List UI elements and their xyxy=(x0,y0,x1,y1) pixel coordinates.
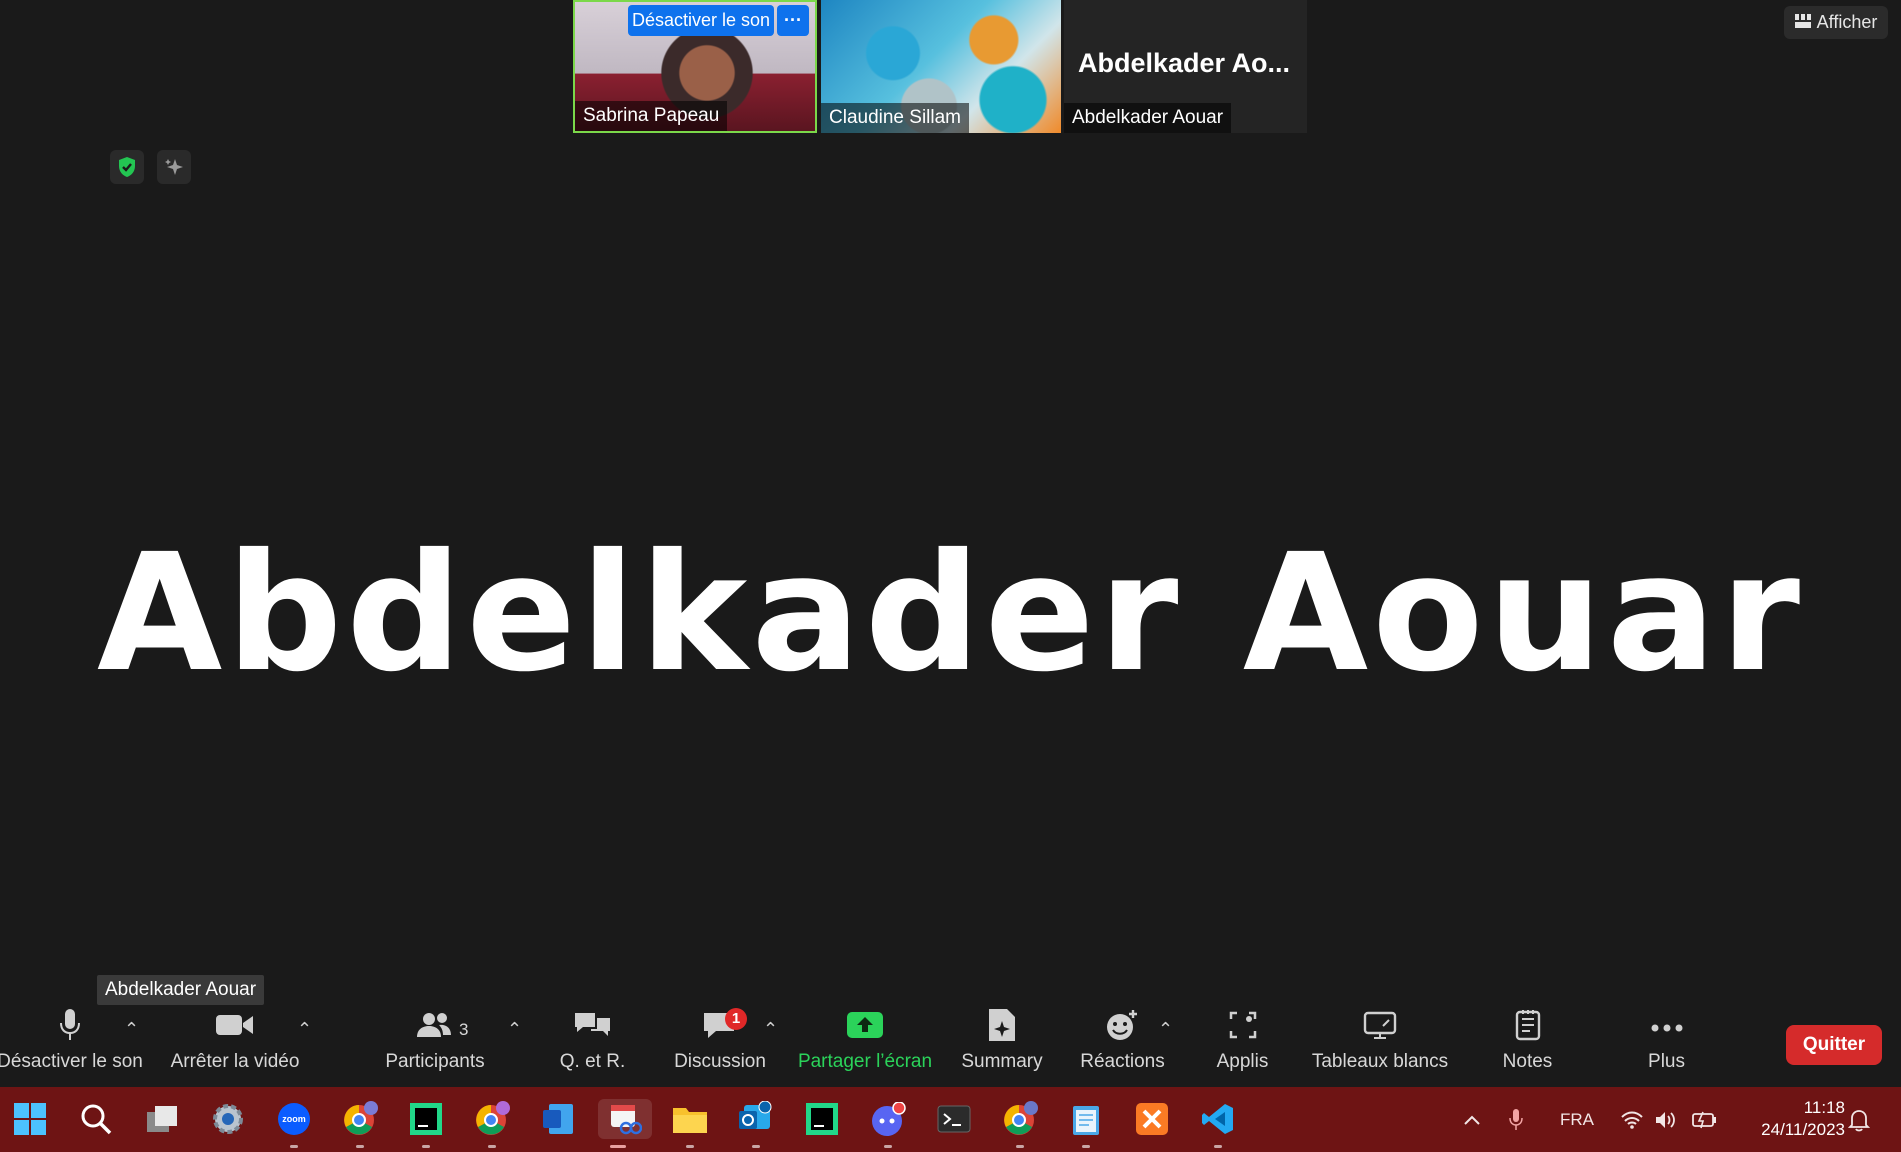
video-tile-claudine[interactable]: Claudine Sillam xyxy=(821,0,1061,133)
clock-time: 11:18 xyxy=(1803,1098,1845,1117)
tile-more-button[interactable]: ··· xyxy=(777,5,809,36)
qa-button[interactable]: Q. et R. xyxy=(545,1005,640,1087)
participants-count: 3 xyxy=(459,1020,469,1039)
notes-label: Notes xyxy=(1502,1051,1553,1072)
audio-options-caret-icon[interactable]: ⌃ xyxy=(124,1019,139,1040)
word-icon[interactable] xyxy=(538,1099,578,1139)
taskbar-clock[interactable]: 11:18 24/11/2023 xyxy=(1735,1097,1845,1141)
input-language[interactable]: FRA xyxy=(1560,1087,1594,1152)
whiteboards-label: Tableaux blancs xyxy=(1311,1051,1449,1072)
qa-label: Q. et R. xyxy=(559,1051,626,1072)
reactions-options-caret-icon[interactable]: ⌃ xyxy=(1158,1019,1173,1040)
snipping-tool-icon[interactable] xyxy=(598,1099,652,1148)
discord-icon[interactable] xyxy=(868,1099,908,1148)
qa-icon xyxy=(573,1010,613,1046)
speaker-tooltip: Abdelkader Aouar xyxy=(97,975,265,1005)
stop-video-button[interactable]: Arrêter la vidéo xyxy=(160,1005,310,1087)
notes-button[interactable]: Notes xyxy=(1485,1005,1570,1087)
security-shield-icon[interactable] xyxy=(110,150,144,184)
summary-button[interactable]: Summary xyxy=(952,1005,1052,1087)
chat-button[interactable]: Discussion xyxy=(665,1005,775,1087)
apps-icon xyxy=(1228,1010,1258,1046)
tile-name-label: Sabrina Papeau xyxy=(575,101,728,131)
reactions-smiley-icon xyxy=(1105,1008,1141,1048)
battery-icon[interactable] xyxy=(1692,1087,1718,1152)
video-tile-sabrina[interactable]: Désactiver le son ··· Sabrina Papeau xyxy=(573,0,817,133)
terminal-icon[interactable] xyxy=(934,1099,974,1139)
view-button-label: Afficher xyxy=(1816,12,1878,32)
active-speaker-name: Abdelkader Aouar xyxy=(96,520,1805,708)
participants-button[interactable]: Participants xyxy=(375,1005,495,1087)
start-icon[interactable] xyxy=(10,1099,50,1139)
participants-options-caret-icon[interactable]: ⌃ xyxy=(507,1019,522,1040)
reactions-label: Réactions xyxy=(1080,1051,1165,1072)
meeting-toolbar: Désactiver le son ⌃ Arrêter la vidéo ⌃ P… xyxy=(0,1005,1901,1087)
zoom-icon-label: zoom xyxy=(282,1114,306,1124)
tile-mute-button[interactable]: Désactiver le son xyxy=(628,5,774,36)
stop-video-label: Arrêter la vidéo xyxy=(170,1051,300,1072)
tile-name-label: Claudine Sillam xyxy=(821,103,970,133)
ai-companion-icon[interactable] xyxy=(157,150,191,184)
apps-label: Applis xyxy=(1216,1051,1269,1072)
grid-icon xyxy=(1794,12,1811,33)
share-screen-button[interactable]: Partager l’écran xyxy=(795,1005,935,1087)
quit-meeting-button[interactable]: Quitter xyxy=(1786,1025,1882,1065)
notification-bell-icon[interactable] xyxy=(1848,1087,1870,1152)
zoom-icon[interactable]: zoom xyxy=(274,1099,314,1148)
microphone-icon xyxy=(59,1008,81,1048)
video-camera-icon xyxy=(215,1012,255,1044)
tray-microphone-icon[interactable] xyxy=(1508,1087,1524,1152)
chat-unread-badge: 1 xyxy=(725,1008,747,1030)
windows-taskbar: zoom FRA 11:18 24/11/2023 xyxy=(0,1087,1901,1152)
participants-icon xyxy=(415,1010,455,1046)
outlook-new-icon[interactable] xyxy=(736,1099,776,1148)
notepad-icon[interactable] xyxy=(1066,1099,1106,1148)
mute-label: Désactiver le son xyxy=(0,1051,143,1072)
volume-icon[interactable] xyxy=(1654,1087,1678,1152)
search-icon[interactable] xyxy=(76,1099,116,1139)
summary-document-icon xyxy=(987,1008,1017,1048)
clion-icon[interactable] xyxy=(406,1099,446,1148)
chrome-x-icon[interactable] xyxy=(472,1099,512,1148)
share-screen-label: Partager l’écran xyxy=(797,1051,933,1072)
task-view-icon[interactable] xyxy=(142,1099,182,1139)
tile-avatar-name: Abdelkader Ao... xyxy=(1078,48,1291,78)
tray-overflow-chevron-icon[interactable] xyxy=(1462,1087,1482,1152)
more-button[interactable]: Plus xyxy=(1620,1005,1713,1087)
chat-options-caret-icon[interactable]: ⌃ xyxy=(763,1019,778,1040)
mute-button[interactable]: Désactiver le son xyxy=(0,1005,145,1087)
notes-icon xyxy=(1514,1009,1542,1047)
xampp-icon[interactable] xyxy=(1132,1099,1172,1139)
chrome-s-icon[interactable] xyxy=(1000,1099,1040,1148)
video-tile-abdelkader[interactable]: Abdelkader Ao... Abdelkader Aouar xyxy=(1064,0,1307,133)
more-label: Plus xyxy=(1648,1051,1685,1072)
participants-label: Participants xyxy=(385,1051,485,1072)
chrome-d-icon[interactable] xyxy=(340,1099,380,1148)
pycharm-icon[interactable] xyxy=(802,1099,842,1139)
chat-label: Discussion xyxy=(674,1051,766,1072)
video-options-caret-icon[interactable]: ⌃ xyxy=(297,1019,312,1040)
view-button[interactable]: Afficher xyxy=(1784,6,1888,39)
share-screen-icon xyxy=(846,1011,884,1045)
whiteboards-button[interactable]: Tableaux blancs xyxy=(1305,1005,1455,1087)
summary-label: Summary xyxy=(961,1051,1043,1072)
file-explorer-icon[interactable] xyxy=(670,1099,710,1148)
clock-date: 24/11/2023 xyxy=(1761,1120,1845,1139)
whiteboard-icon xyxy=(1363,1010,1397,1046)
reactions-button[interactable]: Réactions xyxy=(1070,1005,1175,1087)
vscode-icon[interactable] xyxy=(1198,1099,1238,1148)
wifi-icon[interactable] xyxy=(1620,1087,1644,1152)
settings-icon[interactable] xyxy=(208,1099,248,1139)
apps-button[interactable]: Applis xyxy=(1195,1005,1290,1087)
tile-name-label: Abdelkader Aouar xyxy=(1064,103,1232,133)
more-ellipsis-icon xyxy=(1650,1017,1684,1039)
